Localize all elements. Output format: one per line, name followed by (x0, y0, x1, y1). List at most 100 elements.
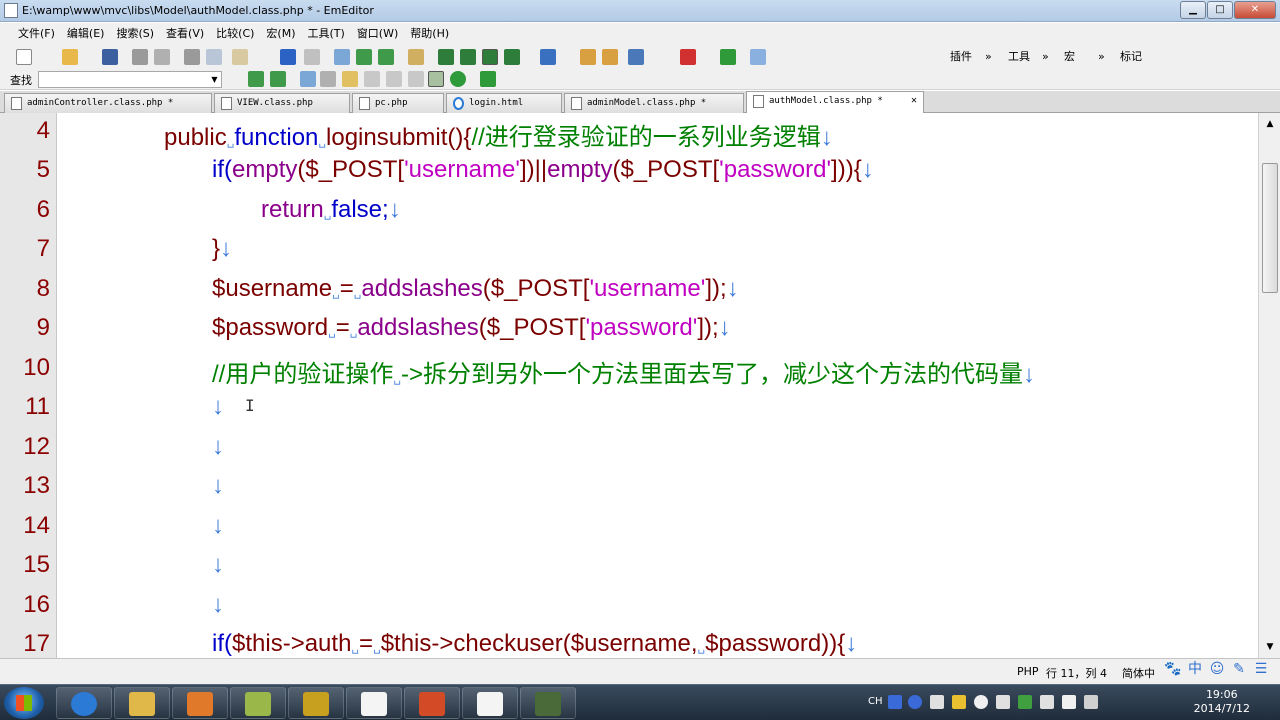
tools-chevron-icon[interactable]: » (1042, 49, 1049, 65)
tab-admincontroller[interactable]: adminController.class.php * (4, 93, 212, 113)
new-file-icon[interactable] (16, 49, 32, 65)
ime-menu-icon[interactable]: ☰ (1252, 660, 1270, 678)
taskbar-explorer[interactable] (114, 687, 170, 719)
ime-paw-icon[interactable]: 🐾 (1164, 660, 1182, 678)
find-next-icon[interactable] (356, 49, 372, 65)
options-icon[interactable] (930, 695, 944, 709)
code-editor[interactable]: 4 5 6 7 8 9 10 11 12 13 14 15 16 17 publ… (0, 113, 1258, 658)
stop-macro-icon[interactable] (680, 49, 696, 65)
copy-icon[interactable] (206, 49, 222, 65)
minimize-button[interactable]: ▁ (1180, 1, 1206, 19)
keyboard-icon[interactable] (888, 695, 902, 709)
tab-adminmodel[interactable]: adminModel.class.php * (564, 93, 744, 113)
in-selection-icon[interactable] (428, 71, 444, 87)
incremental-search-icon[interactable] (450, 71, 466, 87)
help-icon[interactable] (908, 695, 922, 709)
properties-icon[interactable] (580, 49, 596, 65)
taskbar-camtasia[interactable] (520, 687, 576, 719)
menu-search[interactable]: 搜索(S) (110, 23, 160, 45)
menu-edit[interactable]: 编辑(E) (61, 23, 111, 45)
emeditor-app-icon[interactable] (4, 3, 18, 18)
vertical-scrollbar[interactable]: ▲ ▼ (1258, 113, 1280, 658)
wrap-window-icon[interactable] (460, 49, 476, 65)
undo-icon[interactable] (280, 49, 296, 65)
screen-icon[interactable] (540, 49, 556, 65)
open-folder-icon[interactable] (62, 49, 78, 65)
tab-login[interactable]: login.html (446, 93, 562, 113)
flag-icon[interactable] (1062, 695, 1076, 709)
paste-icon[interactable] (232, 49, 248, 65)
find-icon[interactable] (334, 49, 350, 65)
macro-chevron-icon[interactable]: » (1098, 49, 1105, 65)
network-icon[interactable] (1018, 695, 1032, 709)
find-prev-small-icon[interactable] (270, 71, 286, 87)
plugins-chevron-icon[interactable]: » (985, 49, 992, 65)
menu-window[interactable]: 窗口(W) (351, 23, 404, 45)
status-language[interactable]: PHP (1017, 665, 1039, 678)
scroll-up-icon[interactable]: ▲ (1263, 117, 1277, 131)
ime-pen-icon[interactable]: ✎ (1230, 660, 1248, 678)
ime-smiley-icon[interactable]: ☺ (1208, 660, 1226, 678)
taskbar-media-player[interactable] (172, 687, 228, 719)
menu-help[interactable]: 帮助(H) (404, 23, 455, 45)
whole-word-icon[interactable] (408, 71, 424, 87)
menu-file[interactable]: 文件(F) (12, 23, 61, 45)
plugins-menu[interactable]: 插件 (950, 49, 972, 65)
wrap-icon[interactable] (438, 49, 454, 65)
menu-macro[interactable]: 宏(M) (260, 23, 301, 45)
find-next-small-icon[interactable] (248, 71, 264, 87)
tray-app-icon[interactable] (996, 695, 1010, 709)
customize-icon[interactable] (602, 49, 618, 65)
print-icon[interactable] (132, 49, 148, 65)
taskbar-emeditor-2[interactable] (462, 687, 518, 719)
taskbar-fireworks[interactable] (288, 687, 344, 719)
volume-icon[interactable] (1084, 695, 1098, 709)
find-go-icon[interactable] (480, 71, 496, 87)
menu-view[interactable]: 查看(V) (160, 23, 210, 45)
find-input[interactable] (38, 71, 222, 88)
window-icon[interactable] (628, 49, 644, 65)
taskbar-emeditor-1[interactable] (346, 687, 402, 719)
save-icon[interactable] (102, 49, 118, 65)
bookmark-menu[interactable]: 标记 (1120, 49, 1142, 65)
tab-close-icon[interactable]: ✕ (911, 92, 917, 110)
tray-language[interactable]: CH (868, 696, 883, 707)
escape-seq-icon[interactable] (386, 71, 402, 87)
status-encoding[interactable]: 简体中 (1122, 665, 1155, 681)
regex-icon[interactable] (364, 71, 380, 87)
taskbar-app-green[interactable] (230, 687, 286, 719)
print-preview-icon[interactable] (154, 49, 170, 65)
find-clear-icon[interactable] (320, 71, 336, 87)
cut-icon[interactable] (184, 49, 200, 65)
scroll-down-icon[interactable]: ▼ (1263, 640, 1277, 654)
window-controls: ▁ □ ✕ (1179, 1, 1276, 19)
taskbar-ie[interactable] (56, 687, 112, 719)
menu-tools[interactable]: 工具(T) (302, 23, 351, 45)
menu-compare[interactable]: 比较(C) (210, 23, 260, 45)
maximize-button[interactable]: □ (1207, 1, 1233, 19)
match-case-icon[interactable] (342, 71, 358, 87)
taskbar-clock[interactable]: 19:06 2014/7/12 (1194, 688, 1250, 716)
tools-menu[interactable]: 工具 (1008, 49, 1030, 65)
tab-pc[interactable]: pc.php (352, 93, 444, 113)
clock-app-icon[interactable] (974, 695, 988, 709)
find-highlight-icon[interactable] (300, 71, 316, 87)
close-button[interactable]: ✕ (1234, 1, 1276, 19)
ime-chinese-mode[interactable]: 中 (1186, 660, 1204, 678)
scrollbar-thumb[interactable] (1262, 163, 1278, 293)
tab-authmodel[interactable]: authModel.class.php * ✕ (746, 91, 924, 114)
read-only-icon[interactable] (504, 49, 520, 65)
find-previous-icon[interactable] (378, 49, 394, 65)
display-icon[interactable] (1040, 695, 1054, 709)
start-button[interactable] (4, 687, 44, 719)
tab-view[interactable]: VIEW.class.php (214, 93, 350, 113)
replace-icon[interactable] (408, 49, 424, 65)
security-icon[interactable] (952, 695, 966, 709)
find-dropdown-icon[interactable]: ▼ (208, 72, 221, 87)
run-macro-icon[interactable] (720, 49, 736, 65)
macro-options-icon[interactable] (750, 49, 766, 65)
wrap-page-icon[interactable] (482, 49, 498, 65)
taskbar-powerpoint[interactable] (404, 687, 460, 719)
redo-icon[interactable] (304, 49, 320, 65)
macro-menu[interactable]: 宏 (1064, 49, 1075, 65)
